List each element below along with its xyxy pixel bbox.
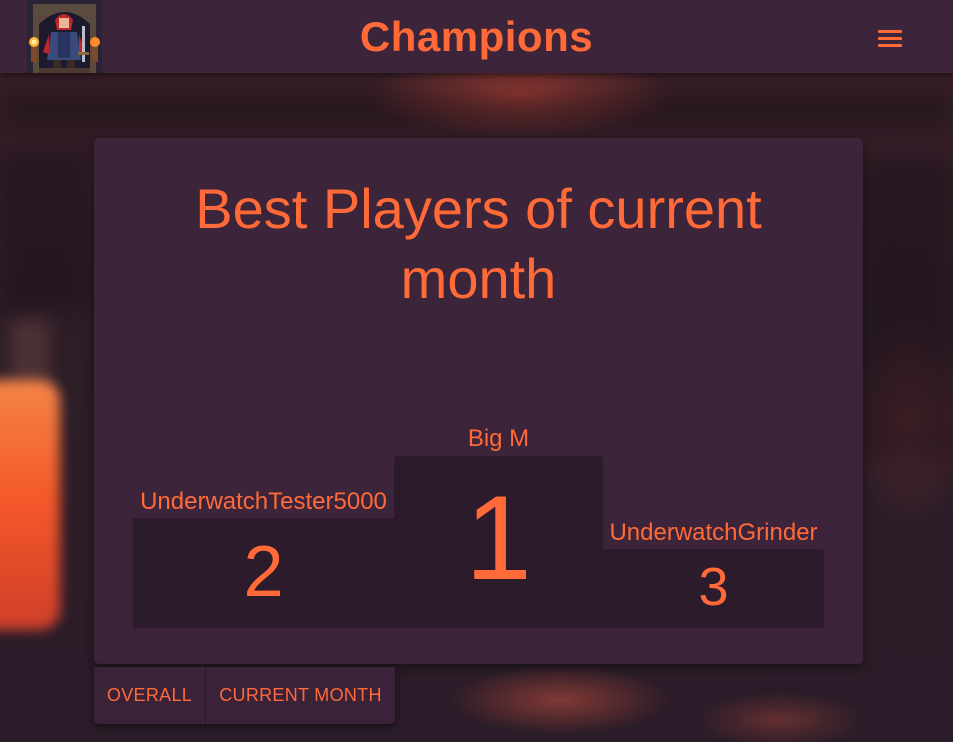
first-place-rank: 1: [465, 471, 532, 605]
first-place-name: Big M: [467, 425, 530, 452]
third-place-name: UnderwatchGrinder: [609, 519, 818, 546]
leaderboard-card: Best Players of current month Underwatch…: [94, 138, 863, 664]
page-title: Champions: [359, 13, 594, 60]
tab-current-month[interactable]: CURRENT MONTH: [206, 667, 395, 724]
torch-glow: [0, 380, 60, 630]
app-header: Champions: [0, 0, 953, 73]
second-place-rank: 2: [243, 532, 284, 612]
second-place-name: UnderwatchTester5000: [140, 488, 387, 515]
leaderboard-tabs: OVERALL CURRENT MONTH: [94, 667, 395, 724]
hamburger-menu-icon[interactable]: [872, 24, 908, 52]
second-place-podium: 2: [133, 518, 394, 628]
tab-overall[interactable]: OVERALL: [94, 667, 206, 724]
leaderboard-title: Best Players of current month: [195, 177, 762, 310]
third-place-podium: 3: [603, 549, 824, 628]
third-place-rank: 3: [698, 557, 729, 617]
hero-knight-logo-icon[interactable]: [27, 0, 102, 73]
first-place-podium: 1: [394, 456, 603, 628]
